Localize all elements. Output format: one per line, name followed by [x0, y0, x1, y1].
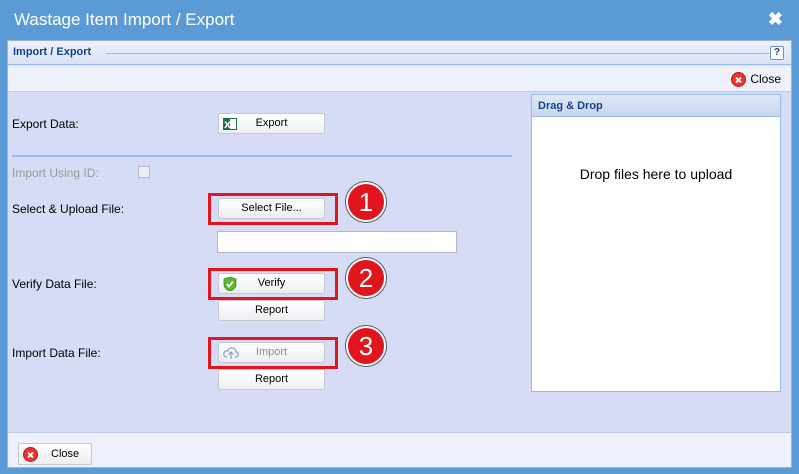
verify-report-button[interactable]: Report [218, 300, 325, 321]
bottom-toolbar: Close [8, 432, 791, 467]
toolbar-close-button[interactable]: Close [731, 70, 781, 88]
verify-button[interactable]: Verify [218, 273, 325, 294]
excel-icon: X [223, 117, 237, 138]
file-name-field[interactable] [217, 231, 457, 253]
export-data-label: Export Data: [12, 117, 79, 131]
import-data-file-label: Import Data File: [12, 346, 101, 360]
cloud-upload-icon [223, 346, 239, 367]
toolbar-close-label: Close [750, 72, 781, 86]
window-title: Wastage Item Import / Export [14, 10, 235, 29]
shield-check-icon [223, 276, 237, 298]
import-button-label: Import [255, 346, 288, 358]
footer-close-label: Close [51, 448, 80, 460]
panel-header: Import / Export ? [8, 41, 791, 65]
drag-drop-zone[interactable]: Drag & Drop Drop files here to upload [531, 94, 781, 392]
dialog-window: Import / Export ? Close Export Data: X E… [7, 40, 792, 468]
svg-text:X: X [224, 121, 231, 131]
drag-drop-prompt: Drop files here to upload [579, 166, 733, 182]
verify-button-label: Verify [257, 277, 286, 289]
panel-title: Import / Export [13, 46, 92, 58]
window-titlebar: Wastage Item Import / Export ✖ [0, 0, 799, 40]
step1-badge: 1 [346, 182, 386, 222]
footer-close-button[interactable]: Close [18, 443, 92, 465]
form-divider [12, 155, 512, 157]
select-upload-file-label: Select & Upload File: [12, 202, 125, 216]
export-button-label: Export [255, 117, 288, 129]
import-button[interactable]: Import [218, 342, 325, 363]
step2-badge: 2 [346, 258, 386, 298]
step3-badge: 3 [346, 326, 386, 366]
window-close-icon[interactable]: ✖ [768, 9, 783, 30]
import-using-id-checkbox[interactable] [138, 166, 150, 178]
close-icon [731, 71, 747, 87]
select-file-button[interactable]: Select File... [218, 198, 325, 219]
verify-report-button-label: Report [254, 304, 289, 316]
import-using-id-label: Import Using ID: [12, 166, 99, 180]
import-export-form: Export Data: X Export Import Using ID: S… [8, 93, 528, 433]
import-report-button-label: Report [254, 373, 289, 385]
close-icon [23, 447, 38, 462]
top-toolbar: Close [8, 66, 791, 92]
export-button[interactable]: X Export [218, 113, 325, 134]
help-icon[interactable]: ? [770, 46, 784, 60]
verify-data-file-label: Verify Data File: [12, 277, 97, 291]
import-report-button[interactable]: Report [218, 369, 325, 390]
drag-drop-title: Drag & Drop [538, 100, 603, 112]
drag-drop-header: Drag & Drop [532, 95, 780, 117]
select-file-button-label: Select File... [241, 202, 302, 214]
panel-header-divider [106, 53, 769, 54]
